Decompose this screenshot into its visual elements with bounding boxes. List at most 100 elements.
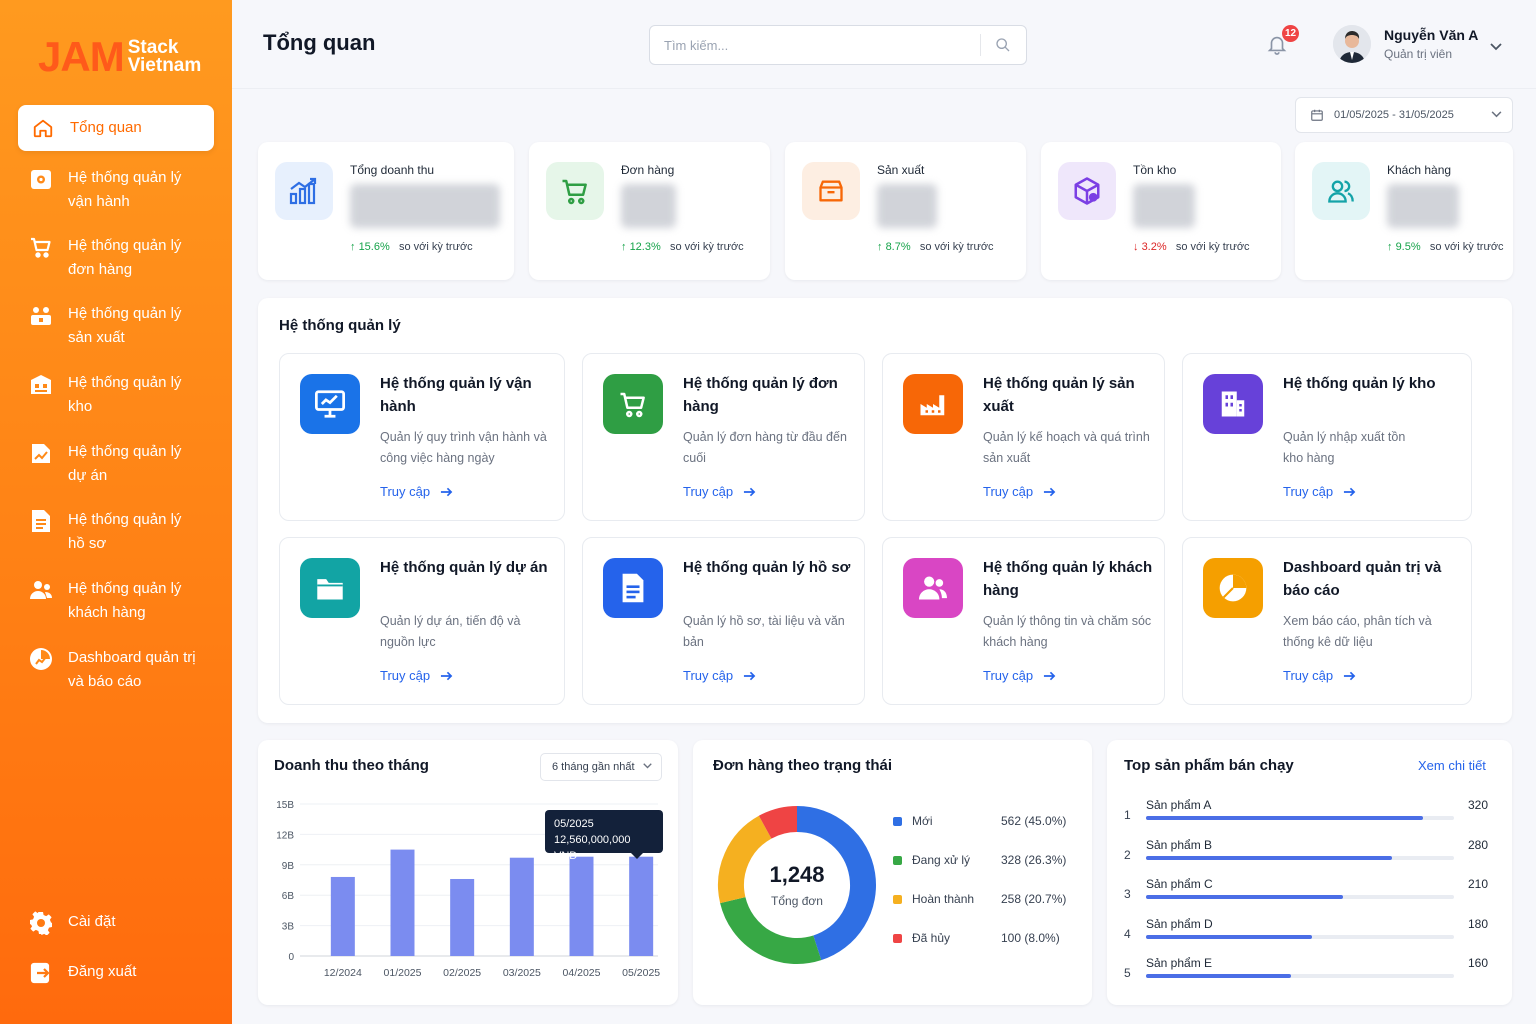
product-name: Sản phẩm E: [1146, 956, 1213, 970]
product-rank: 3: [1124, 887, 1131, 901]
system-card-link[interactable]: Truy cập: [983, 484, 1056, 499]
system-card-dashboard[interactable]: Dashboard quản trị và báo cáo Xem báo cá…: [1182, 537, 1472, 705]
link-label: Truy cập: [983, 484, 1034, 499]
sidebar-item-label: Hệ thống quản lý khách hàng: [68, 580, 182, 621]
legend-item[interactable]: Đã hủy 100 (8.0%): [893, 931, 1068, 945]
search-icon[interactable]: [981, 37, 1025, 53]
systems-panel-title: Hệ thống quản lý: [279, 317, 401, 334]
system-card-orders[interactable]: Hệ thống quản lý đơn hàng Quản lý đơn hà…: [582, 353, 865, 521]
chart-icon: [275, 162, 333, 220]
product-row[interactable]: 5 Sản phẩm E 160: [1124, 956, 1488, 996]
product-row[interactable]: 2 Sản phẩm B 280: [1124, 838, 1488, 878]
pie-icon: [1203, 558, 1263, 618]
product-value: 320: [1467, 798, 1488, 812]
kpi-compare: so với kỳ trước: [669, 241, 744, 253]
system-card-production[interactable]: Hệ thống quản lý sản xuất Quản lý kế hoạ…: [882, 353, 1165, 521]
sidebar-item-dashboard[interactable]: Dashboard quản trị và báo cáo: [18, 646, 214, 694]
sidebar-item-projects[interactable]: Hệ thống quản lý dự án: [18, 440, 214, 488]
sidebar-item-warehouse[interactable]: Hệ thống quản lý kho: [18, 371, 214, 419]
product-row[interactable]: 3 Sản phẩm C 210: [1124, 877, 1488, 917]
product-bar-track: [1146, 895, 1454, 899]
product-value: 180: [1467, 916, 1488, 931]
system-card-link[interactable]: Truy cập: [380, 484, 453, 499]
link-label: Truy cập: [380, 668, 431, 683]
bar-04/2025[interactable]: [569, 856, 594, 956]
arrow-right-icon: [1043, 487, 1056, 497]
sidebar-item-settings[interactable]: Cài đặt: [18, 910, 214, 936]
bar-02/2025[interactable]: [450, 878, 475, 956]
x-tick-label: 03/2025: [503, 967, 541, 979]
user-name[interactable]: Nguyễn Văn A: [1384, 27, 1478, 43]
sidebar-item-production[interactable]: Hệ thống quản lý sản xuất: [18, 302, 214, 350]
system-card-warehouse[interactable]: Hệ thống quản lý kho Quản lý nhập xuất t…: [1182, 353, 1472, 521]
kpi-delta-row: ↑ 9.5% so với kỳ trước: [1387, 241, 1504, 253]
product-bar-fill: [1146, 974, 1291, 978]
x-tick-label: 05/2025: [622, 967, 660, 979]
see-details-link[interactable]: Xem chi tiết: [1418, 758, 1486, 773]
kpi-card-orders[interactable]: Đơn hàng ↑ 12.3% so với kỳ trước: [529, 142, 770, 280]
bar-03/2025[interactable]: [509, 857, 534, 956]
donut-slice-Đã hủy[interactable]: [758, 806, 798, 839]
kpi-card-revenue[interactable]: Tổng doanh thu ↑ 15.6% so với kỳ trước: [258, 142, 514, 280]
system-card-documents[interactable]: Hệ thống quản lý hồ sơ Quản lý hồ sơ, tà…: [582, 537, 865, 705]
legend-item[interactable]: Đang xử lý 328 (26.3%): [893, 853, 1068, 867]
sidebar-item-documents[interactable]: Hệ thống quản lý hồ sơ: [18, 508, 214, 556]
legend-item[interactable]: Mới 562 (45.0%): [893, 814, 1068, 828]
kpi-card-inventory[interactable]: Tồn kho ↓ 3.2% so với kỳ trước: [1041, 142, 1281, 280]
product-bar-track: [1146, 974, 1454, 978]
search-input[interactable]: [650, 37, 980, 53]
system-card-link[interactable]: Truy cập: [1283, 668, 1356, 683]
product-row[interactable]: 1 Sản phẩm A 320: [1124, 798, 1488, 838]
sidebar-item-overview[interactable]: Tổng quan: [18, 105, 214, 151]
system-card-projects[interactable]: Hệ thống quản lý dự án Quản lý dự án, ti…: [279, 537, 565, 705]
users-icon: [903, 558, 963, 618]
chevron-down-icon[interactable]: [1490, 38, 1502, 56]
kpi-title: Khách hàng: [1387, 163, 1452, 177]
arrow-up-icon: ↑: [1387, 241, 1393, 253]
system-card-title: Hệ thống quản lý kho: [1283, 375, 1436, 392]
logo-main: JAM: [38, 33, 125, 80]
y-tick-label: 0: [288, 952, 294, 963]
arrow-up-icon: ↑: [877, 241, 883, 253]
arrow-up-icon: ↑: [350, 241, 356, 253]
system-card-link[interactable]: Truy cập: [683, 484, 756, 499]
range-select[interactable]: 6 tháng gần nhất: [540, 753, 662, 781]
kpi-card-customers[interactable]: Khách hàng ↑ 9.5% so với kỳ trước: [1295, 142, 1513, 280]
date-range-picker[interactable]: 01/05/2025 - 31/05/2025: [1295, 97, 1513, 133]
kpi-value-redacted: [877, 184, 937, 228]
sidebar-item-label: Cài đặt: [68, 913, 116, 930]
kpi-delta-row: ↑ 15.6% so với kỳ trước: [350, 241, 473, 253]
sidebar-item-label: Dashboard quản trị và báo cáo: [68, 649, 196, 690]
system-card-operations[interactable]: Hệ thống quản lý vận hành Quản lý quy tr…: [279, 353, 565, 521]
kpi-value-redacted: [621, 184, 676, 228]
avatar[interactable]: [1333, 25, 1371, 63]
product-name: Sản phẩm B: [1146, 837, 1213, 852]
bar-05/2025[interactable]: [629, 856, 654, 956]
system-card-desc: Quản lý quy trình vận hành và công việc …: [380, 430, 547, 465]
system-card-link[interactable]: Truy cập: [1283, 484, 1356, 499]
legend-item[interactable]: Hoàn thành 258 (20.7%): [893, 892, 1068, 906]
sidebar-item-logout[interactable]: Đăng xuất: [18, 960, 214, 986]
kpi-delta-row: ↓ 3.2% so với kỳ trước: [1133, 241, 1250, 253]
building-icon: [1203, 374, 1263, 434]
system-card-customers[interactable]: Hệ thống quản lý khách hàng Quản lý thôn…: [882, 537, 1165, 705]
system-card-link[interactable]: Truy cập: [380, 668, 453, 683]
y-tick-label: 9B: [282, 861, 295, 872]
order-status-title: Đơn hàng theo trạng thái: [713, 757, 892, 774]
bar-01/2025[interactable]: [390, 849, 415, 956]
system-card-link[interactable]: Truy cập: [983, 668, 1056, 683]
sidebar-item-customers[interactable]: Hệ thống quản lý khách hàng: [18, 577, 214, 625]
system-card-title: Hệ thống quản lý dự án: [380, 559, 548, 576]
sidebar-item-orders[interactable]: Hệ thống quản lý đơn hàng: [18, 234, 214, 282]
system-card-link[interactable]: Truy cập: [683, 668, 756, 683]
brand-logo[interactable]: JAM Stack Vietnam: [38, 36, 201, 78]
sidebar-item-operations[interactable]: Hệ thống quản lý vận hành: [18, 166, 214, 214]
system-card-title: Hệ thống quản lý khách hàng: [983, 559, 1153, 599]
bar-12/2024[interactable]: [330, 876, 355, 956]
system-card-desc: Quản lý đơn hàng từ đầu đến cuối: [683, 430, 847, 465]
product-row[interactable]: 4 Sản phẩm D 180: [1124, 917, 1488, 957]
kpi-compare: so với kỳ trước: [398, 241, 473, 253]
kpi-card-production[interactable]: Sản xuất ↑ 8.7% so với kỳ trước: [785, 142, 1026, 280]
kpi-compare: so với kỳ trước: [1429, 241, 1504, 253]
revenue-title: Doanh thu theo tháng: [274, 757, 429, 774]
